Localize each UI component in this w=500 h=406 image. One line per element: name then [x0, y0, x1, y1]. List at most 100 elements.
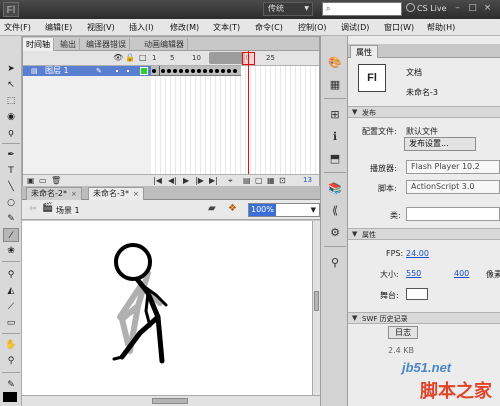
eyedropper-tool-icon[interactable]: ⟋	[3, 300, 19, 314]
class-input[interactable]	[406, 207, 500, 221]
scene-label[interactable]: 场景 1	[56, 205, 80, 216]
pen-tool-icon[interactable]: ✒	[3, 148, 19, 162]
horizontal-scrollbar[interactable]	[22, 395, 320, 406]
keyframe[interactable]	[161, 69, 165, 73]
bone-tool-icon[interactable]: ⚲	[3, 268, 19, 282]
stage-width[interactable]: 550	[406, 269, 421, 278]
frame-grid[interactable]	[151, 66, 319, 176]
edit-scene-icon[interactable]: ▰	[208, 203, 216, 214]
components-panel-icon[interactable]: ⚙	[327, 226, 343, 240]
subselection-tool-icon[interactable]: ↖	[3, 78, 19, 92]
menu-window[interactable]: 窗口(W)	[384, 22, 414, 33]
swatches-panel-icon[interactable]: ▦	[327, 78, 343, 92]
tab-output[interactable]: 输出	[57, 38, 80, 51]
menu-text[interactable]: 文本(T)	[213, 22, 240, 33]
menu-insert[interactable]: 插入(I)	[129, 22, 154, 33]
document-tab[interactable]: 未命名-2* ×	[26, 187, 82, 200]
edit-symbols-icon[interactable]: ❖	[228, 203, 237, 214]
onion-outline-icon[interactable]: ▢	[255, 176, 263, 185]
delete-layer-icon[interactable]: 🗑	[51, 176, 61, 185]
keyframe[interactable]	[215, 69, 219, 73]
new-layer-icon[interactable]: ▣	[27, 176, 35, 185]
stroke-color-icon[interactable]: ✎	[3, 378, 19, 392]
line-tool-icon[interactable]: ╲	[3, 180, 19, 194]
fill-color-swatch[interactable]	[3, 392, 17, 402]
selection-tool-icon[interactable]: ➤	[3, 62, 19, 76]
play-icon[interactable]: ▶	[183, 176, 189, 185]
menu-file[interactable]: 文件(F)	[4, 22, 31, 33]
center-frame-icon[interactable]: ⌖	[228, 176, 233, 186]
publish-section-header[interactable]: ▼ 发布	[348, 106, 500, 118]
last-frame-icon[interactable]: ▶|	[209, 176, 218, 185]
keyframe[interactable]	[167, 69, 171, 73]
menu-modify[interactable]: 修改(M)	[170, 22, 199, 33]
keyframe[interactable]	[179, 69, 183, 73]
player-select[interactable]: Flash Player 10.2	[406, 160, 500, 174]
fps-value[interactable]: 24.00	[406, 249, 429, 258]
keyframe[interactable]	[209, 69, 213, 73]
close-icon[interactable]: ×	[133, 188, 139, 200]
pencil-tool-icon[interactable]: ✎	[3, 212, 19, 226]
back-arrow-icon[interactable]: ⇦	[29, 204, 37, 214]
keyframe[interactable]	[227, 69, 231, 73]
layer-name-cell[interactable]: ▤ 图层 1 ✎	[23, 66, 151, 76]
stage-color-swatch[interactable]	[406, 288, 428, 300]
menu-commands[interactable]: 命令(C)	[255, 22, 283, 33]
new-folder-icon[interactable]: ▭	[39, 176, 47, 185]
text-tool-icon[interactable]: T	[3, 164, 19, 178]
swf-history-section-header[interactable]: ▼ SWF 历史记录	[348, 312, 500, 324]
info-panel-icon[interactable]: ℹ	[327, 130, 343, 144]
stage[interactable]	[22, 221, 312, 395]
menu-view[interactable]: 视图(V)	[87, 22, 115, 33]
oval-tool-icon[interactable]: ○	[3, 196, 19, 210]
edit-multiple-icon[interactable]: ▦	[267, 176, 275, 185]
cs-live-button[interactable]: CS Live	[406, 2, 447, 16]
close-window-button[interactable]: ×	[480, 0, 495, 17]
actions-panel-icon[interactable]: ⟪	[327, 204, 343, 218]
tab-timeline[interactable]: 时间轴	[23, 38, 54, 51]
lock-icon[interactable]: 🔒	[125, 53, 135, 62]
menu-control[interactable]: 控制(O)	[298, 22, 327, 33]
3d-rotation-tool-icon[interactable]: ◉	[3, 110, 19, 124]
publish-settings-button[interactable]: 发布设置...	[404, 137, 476, 151]
zoom-select[interactable]: 100% ▼	[248, 203, 320, 217]
keyframe[interactable]	[233, 69, 237, 73]
keyframe[interactable]	[191, 69, 195, 73]
hand-tool-icon[interactable]: ✋	[3, 338, 19, 352]
document-tab-active[interactable]: 未命名-3* ×	[88, 187, 144, 200]
stage-height[interactable]: 400	[454, 269, 469, 278]
motion-presets-icon[interactable]: ⚲	[327, 256, 343, 270]
lasso-tool-icon[interactable]: ϙ	[3, 126, 19, 140]
outline-icon[interactable]: □	[139, 53, 147, 62]
workspace-switcher[interactable]: 传统 ▼	[263, 2, 313, 16]
tab-motion-editor[interactable]: 动画编辑器	[141, 38, 188, 51]
keyframe[interactable]	[197, 69, 201, 73]
menu-debug[interactable]: 调试(D)	[341, 22, 369, 33]
brush-tool-icon[interactable]: ⁄	[3, 228, 19, 242]
onion-markers-icon[interactable]: ⊡	[279, 176, 286, 185]
scrollbar-thumb[interactable]	[314, 291, 319, 311]
keyframe-span[interactable]	[151, 66, 241, 76]
paint-bucket-tool-icon[interactable]: ◭	[3, 284, 19, 298]
color-panel-icon[interactable]: 🎨	[327, 56, 343, 70]
keyframe[interactable]	[173, 69, 177, 73]
align-panel-icon[interactable]: ⊞	[327, 108, 343, 122]
next-frame-icon[interactable]: |▶	[195, 176, 204, 185]
deco-tool-icon[interactable]: ❀	[3, 244, 19, 258]
log-button[interactable]: 日志	[388, 326, 418, 339]
outline-color-swatch[interactable]	[140, 67, 148, 75]
free-transform-tool-icon[interactable]: ⬚	[3, 94, 19, 108]
vertical-scrollbar[interactable]	[312, 221, 320, 395]
script-select[interactable]: ActionScript 3.0	[406, 180, 500, 194]
library-panel-icon[interactable]: 📚	[327, 182, 343, 196]
eye-icon[interactable]: 👁	[113, 53, 123, 62]
menu-help[interactable]: 帮助(H)	[427, 22, 455, 33]
close-icon[interactable]: ×	[71, 188, 77, 200]
help-search-input[interactable]: ⌕	[322, 2, 402, 16]
scrollbar-thumb[interactable]	[152, 398, 188, 404]
keyframe[interactable]	[152, 69, 156, 73]
properties-section-header[interactable]: ▼ 属性	[348, 228, 500, 240]
keyframe[interactable]	[185, 69, 189, 73]
first-frame-icon[interactable]: |◀	[153, 176, 162, 185]
minimize-button[interactable]: –	[450, 0, 465, 17]
